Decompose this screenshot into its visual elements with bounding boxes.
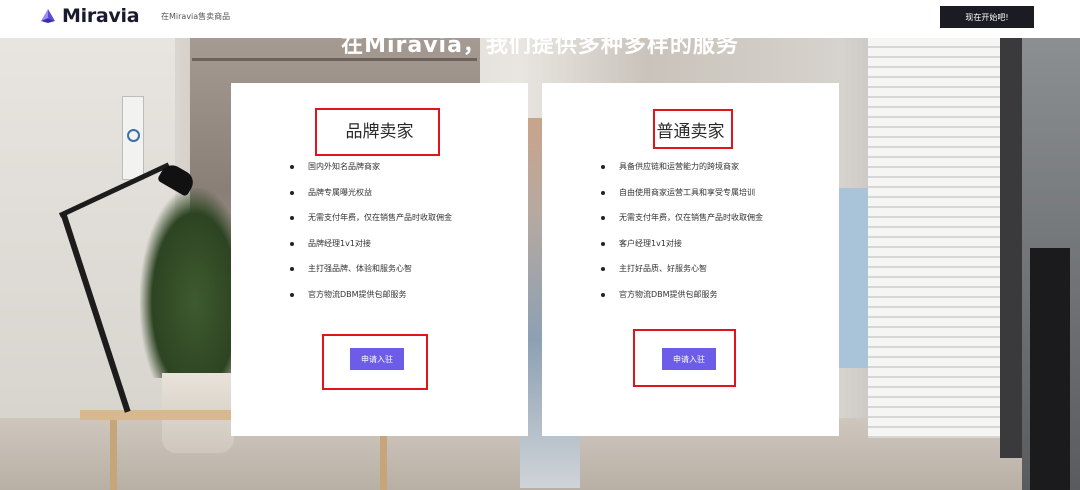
list-item: 无需支付年费，仅在销售产品时收取佣金: [599, 212, 763, 238]
feature-list: 具备供应链和运营能力的跨境商家 自由使用商家运营工具和享受专属培训 无需支付年费…: [599, 161, 763, 314]
list-item: 品牌经理1v1对接: [288, 238, 452, 264]
table-leg: [110, 420, 117, 490]
hero-background: 在Miravia，我们提供多种多样的服务 品牌卖家 国内外知名品牌商家 品牌专属…: [0, 38, 1080, 490]
hanging-shirt: [838, 188, 868, 368]
nav-sell-on-miravia[interactable]: 在Miravia售卖商品: [161, 11, 230, 22]
window-blinds: [868, 38, 1000, 438]
miravia-logo-icon: [41, 9, 55, 23]
window-frame: [1000, 38, 1022, 458]
miravia-logo[interactable]: Miravia: [40, 5, 140, 27]
list-item: 无需支付年费，仅在销售产品时收取佣金: [288, 212, 452, 238]
top-header: Miravia 在Miravia售卖商品 现在开始吧!: [0, 0, 1080, 38]
highlight-box-regular-title: [653, 109, 733, 149]
page: Miravia 在Miravia售卖商品 现在开始吧! 在Miravia，我们提…: [0, 0, 1080, 490]
list-item: 品牌专属曝光权益: [288, 187, 452, 213]
list-item: 官方物流DBM提供包邮服务: [288, 289, 452, 315]
wall-poster: [122, 96, 144, 180]
recycle-icon: [127, 129, 140, 142]
logo-text: Miravia: [62, 5, 140, 27]
hero-title: 在Miravia，我们提供多种多样的服务: [341, 38, 739, 58]
list-item: 国内外知名品牌商家: [288, 161, 452, 187]
highlight-box-regular-apply: [633, 329, 736, 387]
feature-list: 国内外知名品牌商家 品牌专属曝光权益 无需支付年费，仅在销售产品时收取佣金 品牌…: [288, 161, 452, 314]
list-item: 官方物流DBM提供包邮服务: [599, 289, 763, 315]
hanging-coat: [1030, 248, 1070, 490]
list-item: 主打强品牌、体验和服务心智: [288, 263, 452, 289]
highlight-box-brand-title: [315, 108, 440, 156]
highlight-box-brand-apply: [322, 334, 428, 390]
list-item: 主打好品质、好服务心智: [599, 263, 763, 289]
start-now-button[interactable]: 现在开始吧!: [940, 6, 1034, 28]
list-item: 客户经理1v1对接: [599, 238, 763, 264]
list-item: 自由使用商家运营工具和享受专属培训: [599, 187, 763, 213]
list-item: 具备供应链和运营能力的跨境商家: [599, 161, 763, 187]
